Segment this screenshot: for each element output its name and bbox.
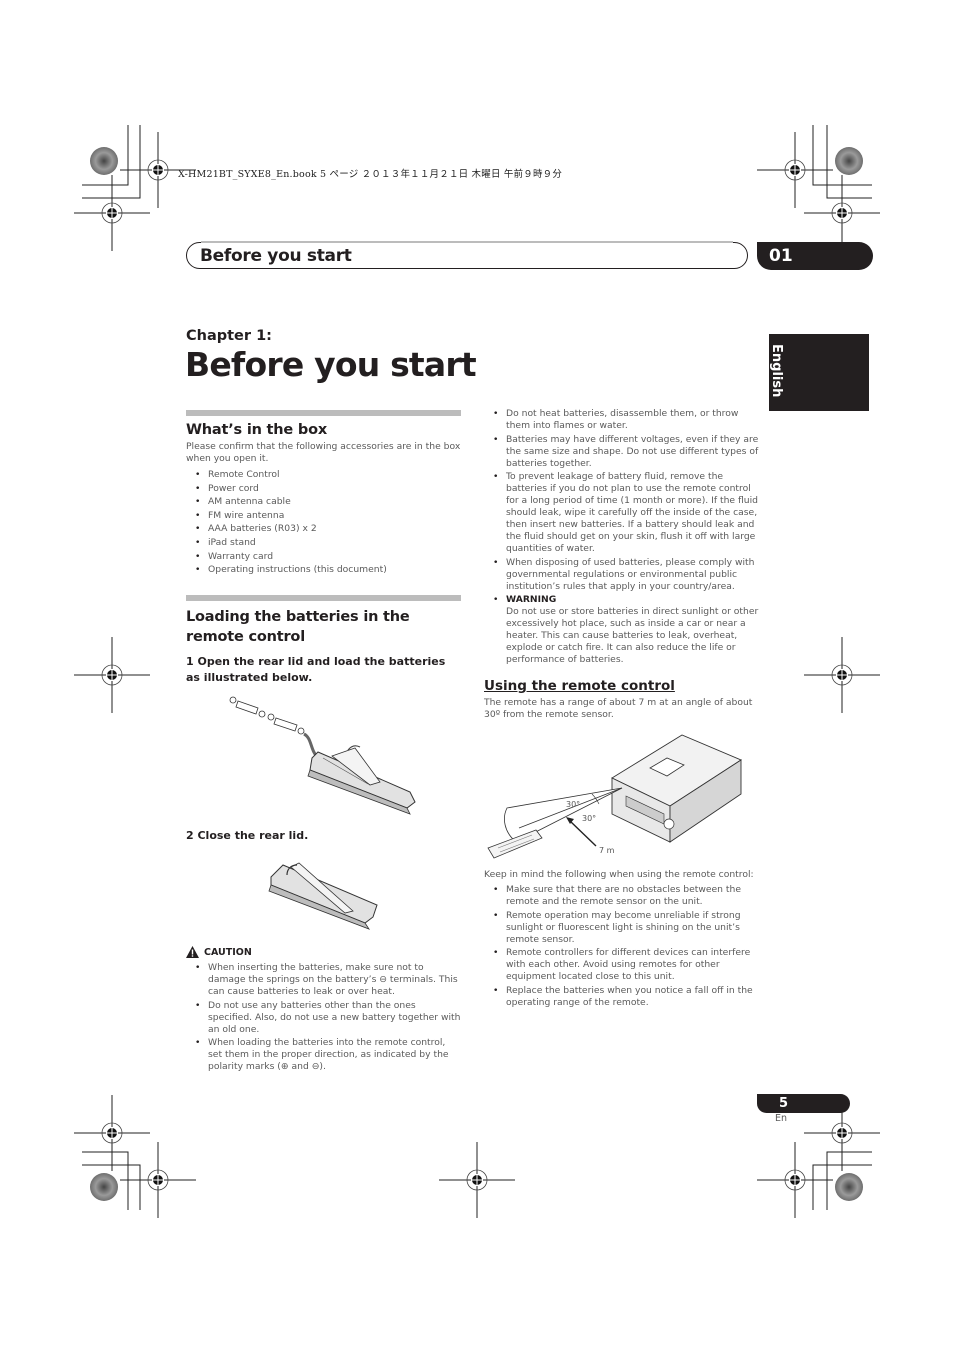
list-item: Remote operation may become unreliable i… [484,910,760,946]
list-item: Operating instructions (this document) [186,563,461,577]
angle-label-bottom: 30° [582,814,596,823]
list-item: When disposing of used batteries, please… [484,557,760,593]
list-item: iPad stand [186,536,461,550]
using-remote-intro: The remote has a range of about 7 m at a… [484,697,753,720]
printer-marks [73,125,881,1219]
print-slug-line: X-HM21BT_SYXE8_En.book 5 ページ ２０１３年１１月２１日… [178,169,563,180]
keep-in-mind-text: Keep in mind the following when using th… [484,869,754,880]
list-item: When inserting the batteries, make sure … [186,962,462,998]
color-target-icon [90,147,118,175]
list-item: Remote controllers for different devices… [484,947,760,983]
list-item: Power cord [186,482,461,496]
registration-mark-icon [756,131,834,209]
loading-batteries-section: Loading the batteries in the remote cont… [186,595,461,686]
list-item: Make sure that there are no obstacles be… [484,884,760,908]
color-target-icon [835,147,863,175]
whats-in-box-heading: What’s in the box [186,422,327,438]
registration-mark-icon [803,636,881,714]
whats-in-box-intro: Please confirm that the following access… [186,441,461,464]
list-item: Batteries may have different voltages, e… [484,434,760,470]
list-item: To prevent leakage of battery fluid, rem… [484,471,760,555]
language-tab-label: English [769,344,784,398]
accessory-list: Remote Control Power cord AM antenna cab… [186,468,461,577]
registration-mark-icon [73,636,151,714]
page-language-code: En [775,1113,788,1124]
color-target-icon [90,1173,118,1201]
using-remote-heading: Using the remote control [484,678,675,694]
distance-label: 7 m [599,846,615,855]
caution-label: CAUTION [186,946,252,958]
registration-mark-icon [119,1141,197,1219]
chapter-title: Before you start [185,345,477,384]
list-item: AM antenna cable [186,495,461,509]
warning-label: WARNING [506,594,557,606]
list-item: When loading the batteries into the remo… [186,1037,462,1073]
battery-loading-illustration [229,696,416,815]
loading-batteries-heading: Loading the batteries in the remote cont… [186,609,410,645]
registration-mark-icon [438,1141,516,1219]
whats-in-box-section: What’s in the box Please confirm that th… [186,410,461,577]
list-item: Do not heat batteries, disassemble them,… [484,408,760,432]
close-lid-illustration [268,862,378,930]
section-divider [186,410,461,416]
list-item: AAA batteries (R03) x 2 [186,522,461,536]
caution-title: CAUTION [204,946,252,958]
section-divider [186,595,461,601]
step-2-instruction: 2 Close the rear lid. [186,829,309,842]
running-header-title: Before you start [200,246,352,266]
color-target-icon [835,1173,863,1201]
list-item: Warranty card [186,550,461,564]
registration-mark-icon [73,1094,151,1172]
battery-notes-list: Do not heat batteries, disassemble them,… [484,408,760,668]
registration-mark-icon [803,174,881,252]
list-item: FM wire antenna [186,509,461,523]
list-item: Remote Control [186,468,461,482]
list-item: Replace the batteries when you notice a … [484,985,760,1009]
warning-text: Do not use or store batteries in direct … [506,606,759,666]
list-item: Do not use any batteries other than the … [186,1000,462,1036]
warning-triangle-icon [186,946,199,958]
chapter-number-badge: 01 [757,242,873,270]
angle-label-top: 30° [566,800,580,809]
language-tab: English [769,334,869,411]
step-1-instruction: 1 Open the rear lid and load the batteri… [186,655,446,684]
remote-usage-list: Make sure that there are no obstacles be… [484,884,760,1010]
registration-mark-icon [73,174,151,252]
chapter-label: Chapter 1: [186,328,272,344]
registration-mark-icon [756,1141,834,1219]
page-number-badge: 5 [757,1094,850,1113]
warning-item: WARNING Do not use or store batteries in… [484,594,760,666]
caution-list: When inserting the batteries, make sure … [186,962,462,1075]
remote-range-diagram: 30° 30° 7 m [487,734,742,859]
